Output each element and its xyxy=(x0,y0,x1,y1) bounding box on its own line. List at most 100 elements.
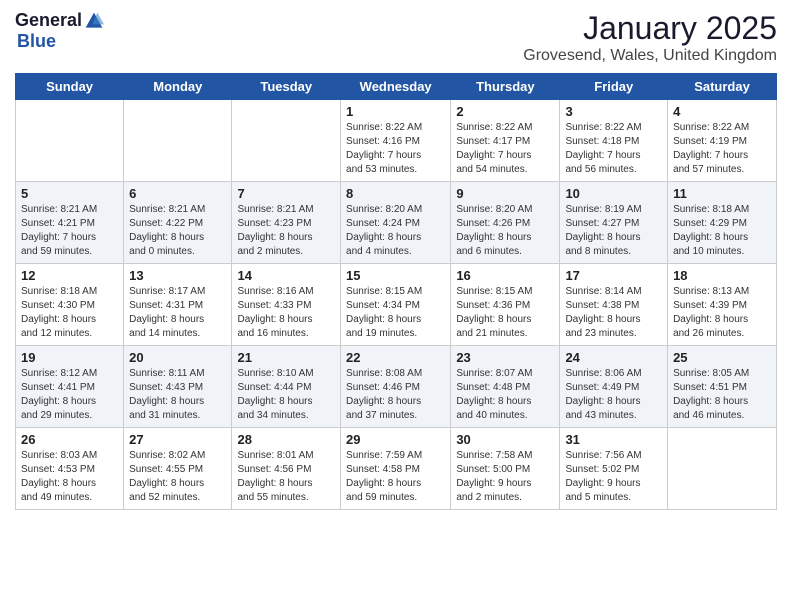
day-info: Sunrise: 8:18 AM Sunset: 4:30 PM Dayligh… xyxy=(21,285,118,341)
calendar-cell: 5Sunrise: 8:21 AM Sunset: 4:21 PM Daylig… xyxy=(16,182,124,264)
day-info: Sunrise: 8:11 AM Sunset: 4:43 PM Dayligh… xyxy=(129,367,226,423)
day-info: Sunrise: 8:22 AM Sunset: 4:18 PM Dayligh… xyxy=(565,121,662,177)
calendar-cell: 22 Sunrise: 8:08 AM Sunset: 4:46 PM Dayli… xyxy=(341,346,451,428)
day-number: 12 xyxy=(21,268,118,283)
day-info: Sunrise: 8:21 AM Sunset: 4:23 PM Dayligh… xyxy=(237,203,335,259)
day-number: 1 xyxy=(346,104,445,119)
calendar-cell xyxy=(668,428,777,510)
day-info: Sunrise: 8:22 AM Sunset: 4:16 PM Dayligh… xyxy=(346,121,445,177)
col-saturday: Saturday xyxy=(668,74,777,100)
day-info: Sunrise: 8:20 AM Sunset: 4:26 PM Dayligh… xyxy=(456,203,554,259)
day-number: 2 xyxy=(456,104,554,119)
day-number: 30 xyxy=(456,432,554,447)
calendar-cell: 29 Sunrise: 7:59 AM Sunset: 4:58 PM Dayli… xyxy=(341,428,451,510)
calendar-cell: 10 Sunrise: 8:19 AM Sunset: 4:27 PM Dayli… xyxy=(560,182,668,264)
calendar-week-1: 5Sunrise: 8:21 AM Sunset: 4:21 PM Daylig… xyxy=(16,182,777,264)
day-info: Sunrise: 8:08 AM Sunset: 4:46 PM Dayligh… xyxy=(346,367,445,423)
calendar-cell: 23Sunrise: 8:07 AM Sunset: 4:48 PM Dayli… xyxy=(451,346,560,428)
day-number: 8 xyxy=(346,186,445,201)
page: General Blue January 2025 Grovesend, Wal… xyxy=(0,0,792,612)
calendar-cell xyxy=(232,100,341,182)
calendar-title: January 2025 xyxy=(523,10,777,47)
day-number: 19 xyxy=(21,350,118,365)
calendar-cell: 1 Sunrise: 8:22 AM Sunset: 4:16 PM Daylig… xyxy=(341,100,451,182)
calendar-cell: 12 Sunrise: 8:18 AM Sunset: 4:30 PM Dayli… xyxy=(16,264,124,346)
calendar-cell: 26 Sunrise: 8:03 AM Sunset: 4:53 PM Dayli… xyxy=(16,428,124,510)
col-sunday: Sunday xyxy=(16,74,124,100)
calendar-cell: 2 Sunrise: 8:22 AM Sunset: 4:17 PM Daylig… xyxy=(451,100,560,182)
day-number: 18 xyxy=(673,268,771,283)
col-monday: Monday xyxy=(124,74,232,100)
day-info: Sunrise: 8:15 AM Sunset: 4:36 PM Dayligh… xyxy=(456,285,554,341)
calendar-cell: 30Sunrise: 7:58 AM Sunset: 5:00 PM Dayli… xyxy=(451,428,560,510)
calendar-cell: 9 Sunrise: 8:20 AM Sunset: 4:26 PM Daylig… xyxy=(451,182,560,264)
calendar-cell xyxy=(16,100,124,182)
calendar-cell: 27 Sunrise: 8:02 AM Sunset: 4:55 PM Dayli… xyxy=(124,428,232,510)
day-info: Sunrise: 8:20 AM Sunset: 4:24 PM Dayligh… xyxy=(346,203,445,259)
logo-blue: Blue xyxy=(17,31,56,52)
calendar-week-4: 26 Sunrise: 8:03 AM Sunset: 4:53 PM Dayli… xyxy=(16,428,777,510)
day-info: Sunrise: 8:01 AM Sunset: 4:56 PM Dayligh… xyxy=(237,449,335,505)
calendar-week-0: 1 Sunrise: 8:22 AM Sunset: 4:16 PM Daylig… xyxy=(16,100,777,182)
calendar-cell: 16Sunrise: 8:15 AM Sunset: 4:36 PM Dayli… xyxy=(451,264,560,346)
calendar-cell: 11 Sunrise: 8:18 AM Sunset: 4:29 PM Dayli… xyxy=(668,182,777,264)
calendar-cell: 31Sunrise: 7:56 AM Sunset: 5:02 PM Dayli… xyxy=(560,428,668,510)
day-info: Sunrise: 8:10 AM Sunset: 4:44 PM Dayligh… xyxy=(237,367,335,423)
day-number: 6 xyxy=(129,186,226,201)
day-info: Sunrise: 8:22 AM Sunset: 4:17 PM Dayligh… xyxy=(456,121,554,177)
calendar-cell: 24 Sunrise: 8:06 AM Sunset: 4:49 PM Dayli… xyxy=(560,346,668,428)
col-wednesday: Wednesday xyxy=(341,74,451,100)
calendar-cell: 15Sunrise: 8:15 AM Sunset: 4:34 PM Dayli… xyxy=(341,264,451,346)
col-thursday: Thursday xyxy=(451,74,560,100)
day-info: Sunrise: 8:05 AM Sunset: 4:51 PM Dayligh… xyxy=(673,367,771,423)
day-number: 17 xyxy=(565,268,662,283)
day-info: Sunrise: 7:56 AM Sunset: 5:02 PM Dayligh… xyxy=(565,449,662,505)
calendar-week-3: 19 Sunrise: 8:12 AM Sunset: 4:41 PM Dayli… xyxy=(16,346,777,428)
col-friday: Friday xyxy=(560,74,668,100)
day-number: 25 xyxy=(673,350,771,365)
day-info: Sunrise: 8:07 AM Sunset: 4:48 PM Dayligh… xyxy=(456,367,554,423)
day-info: Sunrise: 8:06 AM Sunset: 4:49 PM Dayligh… xyxy=(565,367,662,423)
calendar-cell: 18Sunrise: 8:13 AM Sunset: 4:39 PM Dayli… xyxy=(668,264,777,346)
day-info: Sunrise: 8:19 AM Sunset: 4:27 PM Dayligh… xyxy=(565,203,662,259)
day-number: 3 xyxy=(565,104,662,119)
calendar-cell: 8 Sunrise: 8:20 AM Sunset: 4:24 PM Daylig… xyxy=(341,182,451,264)
logo-general: General xyxy=(15,10,82,31)
day-number: 29 xyxy=(346,432,445,447)
day-number: 24 xyxy=(565,350,662,365)
day-number: 22 xyxy=(346,350,445,365)
day-info: Sunrise: 7:59 AM Sunset: 4:58 PM Dayligh… xyxy=(346,449,445,505)
day-number: 10 xyxy=(565,186,662,201)
calendar-cell xyxy=(124,100,232,182)
day-info: Sunrise: 8:03 AM Sunset: 4:53 PM Dayligh… xyxy=(21,449,118,505)
day-number: 21 xyxy=(237,350,335,365)
day-number: 13 xyxy=(129,268,226,283)
day-info: Sunrise: 8:02 AM Sunset: 4:55 PM Dayligh… xyxy=(129,449,226,505)
calendar-cell: 7Sunrise: 8:21 AM Sunset: 4:23 PM Daylig… xyxy=(232,182,341,264)
calendar-cell: 20 Sunrise: 8:11 AM Sunset: 4:43 PM Dayli… xyxy=(124,346,232,428)
day-number: 11 xyxy=(673,186,771,201)
logo: General Blue xyxy=(15,10,104,52)
day-info: Sunrise: 8:12 AM Sunset: 4:41 PM Dayligh… xyxy=(21,367,118,423)
day-info: Sunrise: 8:22 AM Sunset: 4:19 PM Dayligh… xyxy=(673,121,771,177)
calendar-cell: 25 Sunrise: 8:05 AM Sunset: 4:51 PM Dayli… xyxy=(668,346,777,428)
header: General Blue January 2025 Grovesend, Wal… xyxy=(15,10,777,65)
calendar-cell: 6 Sunrise: 8:21 AM Sunset: 4:22 PM Daylig… xyxy=(124,182,232,264)
day-info: Sunrise: 8:18 AM Sunset: 4:29 PM Dayligh… xyxy=(673,203,771,259)
day-number: 26 xyxy=(21,432,118,447)
header-row: Sunday Monday Tuesday Wednesday Thursday… xyxy=(16,74,777,100)
calendar-cell: 14Sunrise: 8:16 AM Sunset: 4:33 PM Dayli… xyxy=(232,264,341,346)
day-number: 27 xyxy=(129,432,226,447)
calendar-cell: 3 Sunrise: 8:22 AM Sunset: 4:18 PM Daylig… xyxy=(560,100,668,182)
calendar-cell: 28Sunrise: 8:01 AM Sunset: 4:56 PM Dayli… xyxy=(232,428,341,510)
day-number: 9 xyxy=(456,186,554,201)
day-info: Sunrise: 8:15 AM Sunset: 4:34 PM Dayligh… xyxy=(346,285,445,341)
logo-icon xyxy=(84,11,104,31)
calendar-cell: 17Sunrise: 8:14 AM Sunset: 4:38 PM Dayli… xyxy=(560,264,668,346)
day-number: 20 xyxy=(129,350,226,365)
calendar-cell: 13Sunrise: 8:17 AM Sunset: 4:31 PM Dayli… xyxy=(124,264,232,346)
calendar-subtitle: Grovesend, Wales, United Kingdom xyxy=(523,47,777,65)
day-number: 14 xyxy=(237,268,335,283)
day-number: 5 xyxy=(21,186,118,201)
day-info: Sunrise: 8:21 AM Sunset: 4:22 PM Dayligh… xyxy=(129,203,226,259)
